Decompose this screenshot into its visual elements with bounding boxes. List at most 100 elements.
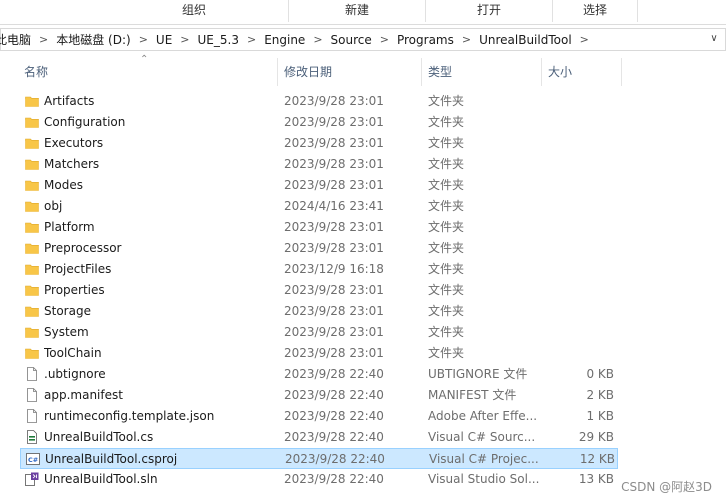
file-type: 文件夹 <box>428 157 465 171</box>
file-row[interactable]: C# UnrealBuildTool.csproj 2023/9/28 22:40 V… <box>20 448 618 469</box>
column-divider[interactable] <box>421 58 422 86</box>
file-name: Artifacts <box>44 94 95 108</box>
chevron-right-icon[interactable]: > <box>307 33 328 46</box>
file-date: 2023/12/9 16:18 <box>284 262 384 276</box>
file-name: obj <box>44 199 63 213</box>
file-size <box>546 133 614 154</box>
breadcrumb-item[interactable]: UE <box>154 33 174 47</box>
file-row[interactable]: UnrealBuildTool.sln 2023/9/28 22:40 Visual… <box>20 469 618 490</box>
chevron-right-icon[interactable]: > <box>456 33 477 46</box>
file-name: Configuration <box>44 115 126 129</box>
file-row[interactable]: System 2023/9/28 23:01 文件夹 <box>20 322 618 343</box>
file-size <box>546 196 614 217</box>
file-name: Preprocessor <box>44 241 122 255</box>
file-name: ToolChain <box>44 346 102 360</box>
chevron-right-icon[interactable]: > <box>174 33 195 46</box>
file-row[interactable]: Artifacts 2023/9/28 23:01 文件夹 <box>20 91 618 112</box>
file-row[interactable]: ToolChain 2023/9/28 23:01 文件夹 <box>20 343 618 364</box>
file-row[interactable]: UnrealBuildTool.cs 2023/9/28 22:40 Visual … <box>20 427 618 448</box>
chevron-down-icon[interactable]: ∨ <box>707 31 721 47</box>
file-type: Visual C# Projec... <box>429 452 539 466</box>
file-date: 2023/9/28 22:40 <box>284 388 384 402</box>
file-icon <box>25 367 39 381</box>
csproj-file-icon: C# <box>26 452 40 466</box>
file-row[interactable]: Matchers 2023/9/28 23:01 文件夹 <box>20 154 618 175</box>
file-size: 0 KB <box>586 367 614 381</box>
ribbon-group-organize[interactable]: 组织 <box>100 0 288 20</box>
file-row[interactable]: Properties 2023/9/28 23:01 文件夹 <box>20 280 618 301</box>
breadcrumb-item[interactable]: UnrealBuildTool <box>477 33 574 47</box>
file-date: 2023/9/28 23:01 <box>284 220 384 234</box>
chevron-right-icon[interactable]: > <box>133 33 154 46</box>
chevron-right-icon[interactable]: > <box>374 33 395 46</box>
chevron-right-icon[interactable]: > <box>241 33 262 46</box>
column-header-type[interactable]: 类型 <box>428 58 540 86</box>
file-type: 文件夹 <box>428 325 465 339</box>
file-type: Adobe After Effe... <box>428 409 538 423</box>
breadcrumb-item[interactable]: Programs <box>395 33 456 47</box>
column-divider[interactable] <box>277 58 278 86</box>
file-icon <box>25 388 39 402</box>
file-type: 文件夹 <box>428 283 465 297</box>
file-size: 1 KB <box>586 409 614 423</box>
file-row[interactable]: obj 2024/4/16 23:41 文件夹 <box>20 196 618 217</box>
ribbon-group-new[interactable]: 新建 <box>289 0 425 20</box>
file-row[interactable]: Modes 2023/9/28 23:01 文件夹 <box>20 175 618 196</box>
breadcrumb-item[interactable]: 本地磁盘 (D:) <box>54 31 132 48</box>
file-name: .ubtignore <box>44 367 106 381</box>
file-row[interactable]: app.manifest 2023/9/28 22:40 MANIFEST 文件 2 … <box>20 385 618 406</box>
file-type: 文件夹 <box>428 304 465 318</box>
breadcrumb-item[interactable]: Source <box>329 33 374 47</box>
ribbon-groups: 组织 新建 打开 选择 <box>0 0 726 25</box>
file-type: 文件夹 <box>428 199 465 213</box>
file-date: 2023/9/28 23:01 <box>284 115 384 129</box>
breadcrumb-item[interactable]: 此电脑 <box>0 31 33 48</box>
file-type: Visual Studio Sol... <box>428 472 540 486</box>
file-row[interactable]: Storage 2023/9/28 23:01 文件夹 <box>20 301 618 322</box>
column-divider[interactable] <box>541 58 542 86</box>
file-size: 2 KB <box>586 388 614 402</box>
file-name: Platform <box>44 220 95 234</box>
file-date: 2023/9/28 23:01 <box>284 94 384 108</box>
sln-file-icon <box>25 472 39 486</box>
file-icon <box>25 409 39 423</box>
column-divider[interactable] <box>621 58 622 86</box>
file-name: Matchers <box>44 157 100 171</box>
breadcrumb: 此电脑 > 本地磁盘 (D:) > UE > UE_5.3 > Engine > Sour… <box>0 29 595 50</box>
file-row[interactable]: .ubtignore 2023/9/28 22:40 UBTIGNORE 文件 0 K… <box>20 364 618 385</box>
file-row[interactable]: runtimeconfig.template.json 2023/9/28 22:… <box>20 406 618 427</box>
breadcrumb-item[interactable]: Engine <box>262 33 307 47</box>
file-size <box>546 259 614 280</box>
file-row[interactable]: Preprocessor 2023/9/28 23:01 文件夹 <box>20 238 618 259</box>
file-row[interactable]: Configuration 2023/9/28 23:01 文件夹 <box>20 112 618 133</box>
file-row[interactable]: ProjectFiles 2023/12/9 16:18 文件夹 <box>20 259 618 280</box>
file-date: 2023/9/28 23:01 <box>284 346 384 360</box>
file-date: 2023/9/28 23:01 <box>284 241 384 255</box>
file-date: 2023/9/28 22:40 <box>285 452 385 466</box>
chevron-right-icon[interactable]: > <box>574 33 595 46</box>
chevron-right-icon[interactable]: > <box>33 33 54 46</box>
folder-icon <box>25 346 39 360</box>
file-name: app.manifest <box>44 388 123 402</box>
watermark: CSDN @阿赵3D <box>621 480 712 494</box>
ribbon-group-select[interactable]: 选择 <box>553 0 637 20</box>
column-header-name[interactable]: 名称 <box>24 58 274 86</box>
file-type: 文件夹 <box>428 262 465 276</box>
file-type: 文件夹 <box>428 178 465 192</box>
folder-icon <box>25 94 39 108</box>
file-type: 文件夹 <box>428 94 465 108</box>
file-date: 2023/9/28 22:40 <box>284 430 384 444</box>
breadcrumb-item[interactable]: UE_5.3 <box>196 33 241 47</box>
ribbon-group-open[interactable]: 打开 <box>426 0 552 20</box>
file-row[interactable]: Executors 2023/9/28 23:01 文件夹 <box>20 133 618 154</box>
column-header-date[interactable]: 修改日期 <box>284 58 420 86</box>
file-row[interactable]: Platform 2023/9/28 23:01 文件夹 <box>20 217 618 238</box>
file-name: Modes <box>44 178 83 192</box>
file-date: 2024/4/16 23:41 <box>284 199 384 213</box>
file-name: Executors <box>44 136 104 150</box>
file-type: 文件夹 <box>428 220 465 234</box>
file-type: MANIFEST 文件 <box>428 388 517 402</box>
folder-icon <box>25 262 39 276</box>
address-bar[interactable]: 此电脑 > 本地磁盘 (D:) > UE > UE_5.3 > Engine > Sour… <box>0 28 726 51</box>
column-header-size[interactable]: 大小 <box>548 58 618 86</box>
